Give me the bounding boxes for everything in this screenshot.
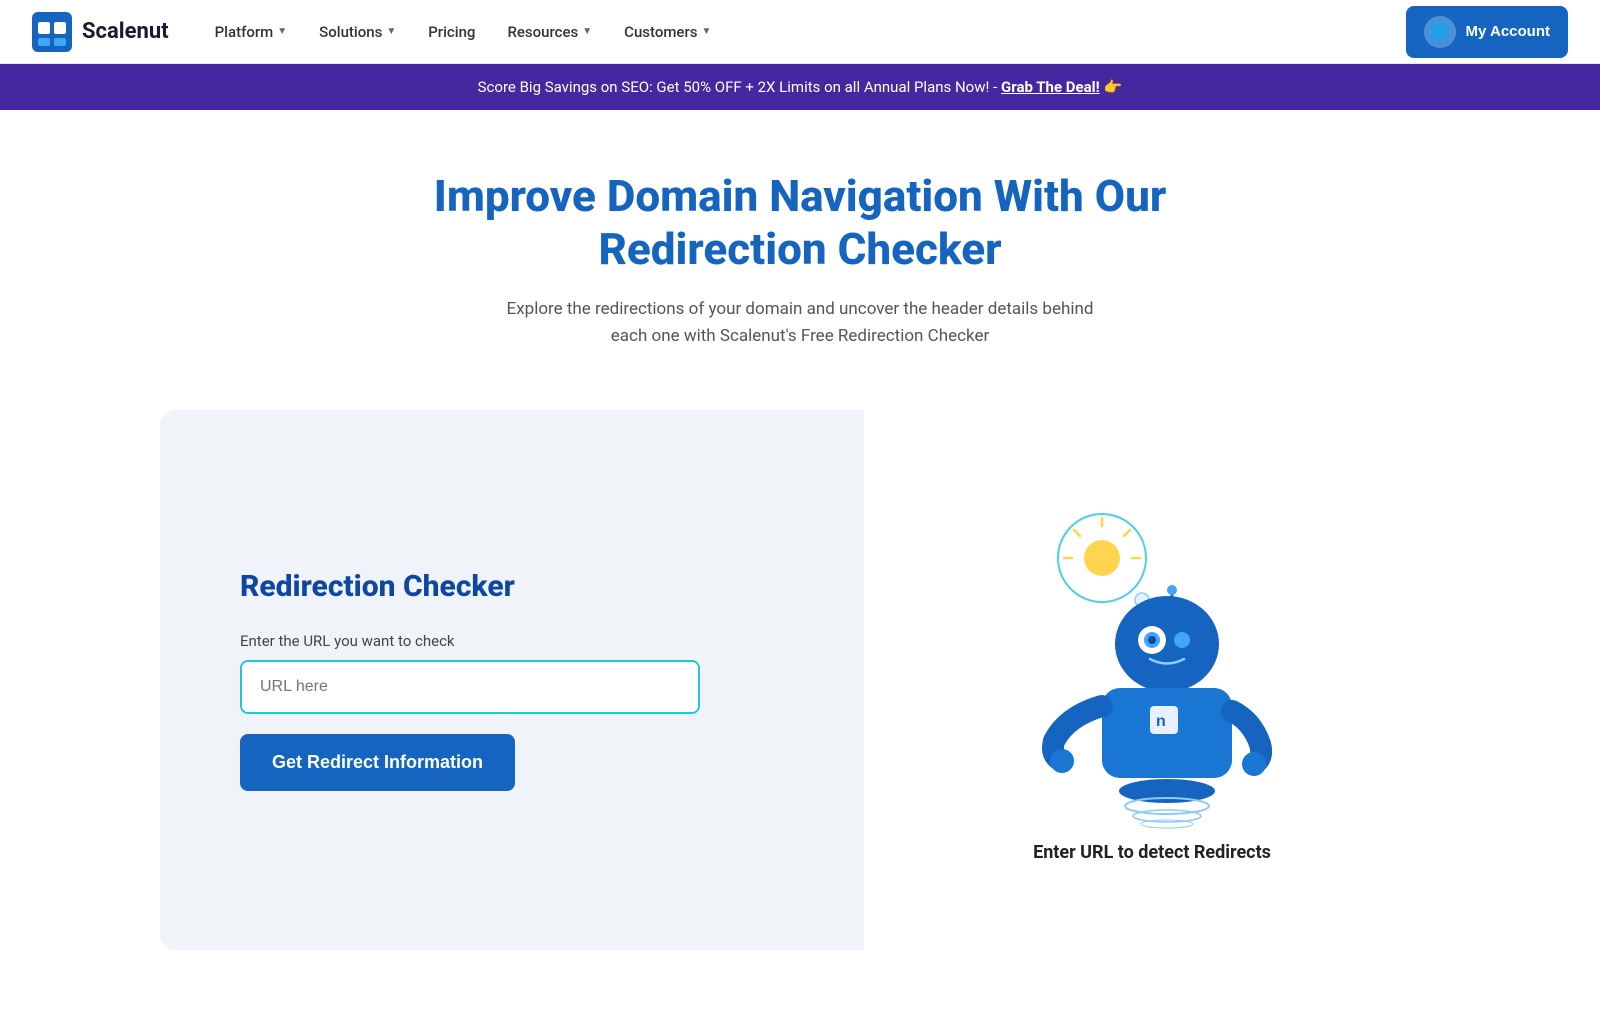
deal-emoji: 👉 bbox=[1104, 78, 1123, 96]
detect-label: Enter URL to detect Redirects bbox=[1033, 842, 1271, 863]
url-input-label: Enter the URL you want to check bbox=[240, 632, 804, 650]
tool-form-area: Redirection Checker Enter the URL you wa… bbox=[160, 410, 864, 950]
chevron-down-icon: ▼ bbox=[701, 26, 711, 37]
my-account-button[interactable]: 🌐 My Account bbox=[1406, 6, 1568, 58]
chevron-down-icon: ▼ bbox=[277, 26, 287, 37]
nav-item-resources[interactable]: Resources ▼ bbox=[493, 15, 606, 49]
tool-card: Redirection Checker Enter the URL you wa… bbox=[160, 410, 1440, 950]
svg-text:n: n bbox=[1156, 713, 1166, 730]
logo-link[interactable]: Scalenut bbox=[32, 12, 169, 52]
hero-subtitle: Explore the redirections of your domain … bbox=[500, 296, 1100, 350]
chevron-down-icon: ▼ bbox=[386, 26, 396, 37]
tool-section: Redirection Checker Enter the URL you wa… bbox=[120, 410, 1480, 950]
robot-scene: n E bbox=[1012, 496, 1292, 863]
robot-illustration: n bbox=[1012, 496, 1292, 816]
nav-menu: Platform ▼ Solutions ▼ Pricing Resources… bbox=[201, 15, 1406, 49]
tool-illustration-area: n E bbox=[864, 410, 1440, 950]
navbar: Scalenut Platform ▼ Solutions ▼ Pricing … bbox=[0, 0, 1600, 64]
hero-section: Improve Domain Navigation With Our Redir… bbox=[0, 110, 1600, 390]
url-input[interactable] bbox=[240, 660, 700, 714]
get-redirect-button[interactable]: Get Redirect Information bbox=[240, 734, 515, 791]
hero-title: Improve Domain Navigation With Our Redir… bbox=[350, 170, 1250, 276]
nav-item-platform[interactable]: Platform ▼ bbox=[201, 15, 302, 49]
logo-icon bbox=[32, 12, 72, 52]
nav-item-solutions[interactable]: Solutions ▼ bbox=[305, 15, 410, 49]
promo-deal-link[interactable]: Grab The Deal! bbox=[1001, 78, 1100, 96]
navbar-right: 🌐 My Account bbox=[1406, 6, 1568, 58]
nav-item-pricing[interactable]: Pricing bbox=[414, 15, 489, 49]
nav-item-customers[interactable]: Customers ▼ bbox=[610, 15, 725, 49]
chevron-down-icon: ▼ bbox=[582, 26, 592, 37]
avatar: 🌐 bbox=[1424, 16, 1456, 48]
promo-banner: Score Big Savings on SEO: Get 50% OFF + … bbox=[0, 64, 1600, 110]
tool-title: Redirection Checker bbox=[240, 569, 804, 604]
logo-text: Scalenut bbox=[82, 19, 169, 44]
